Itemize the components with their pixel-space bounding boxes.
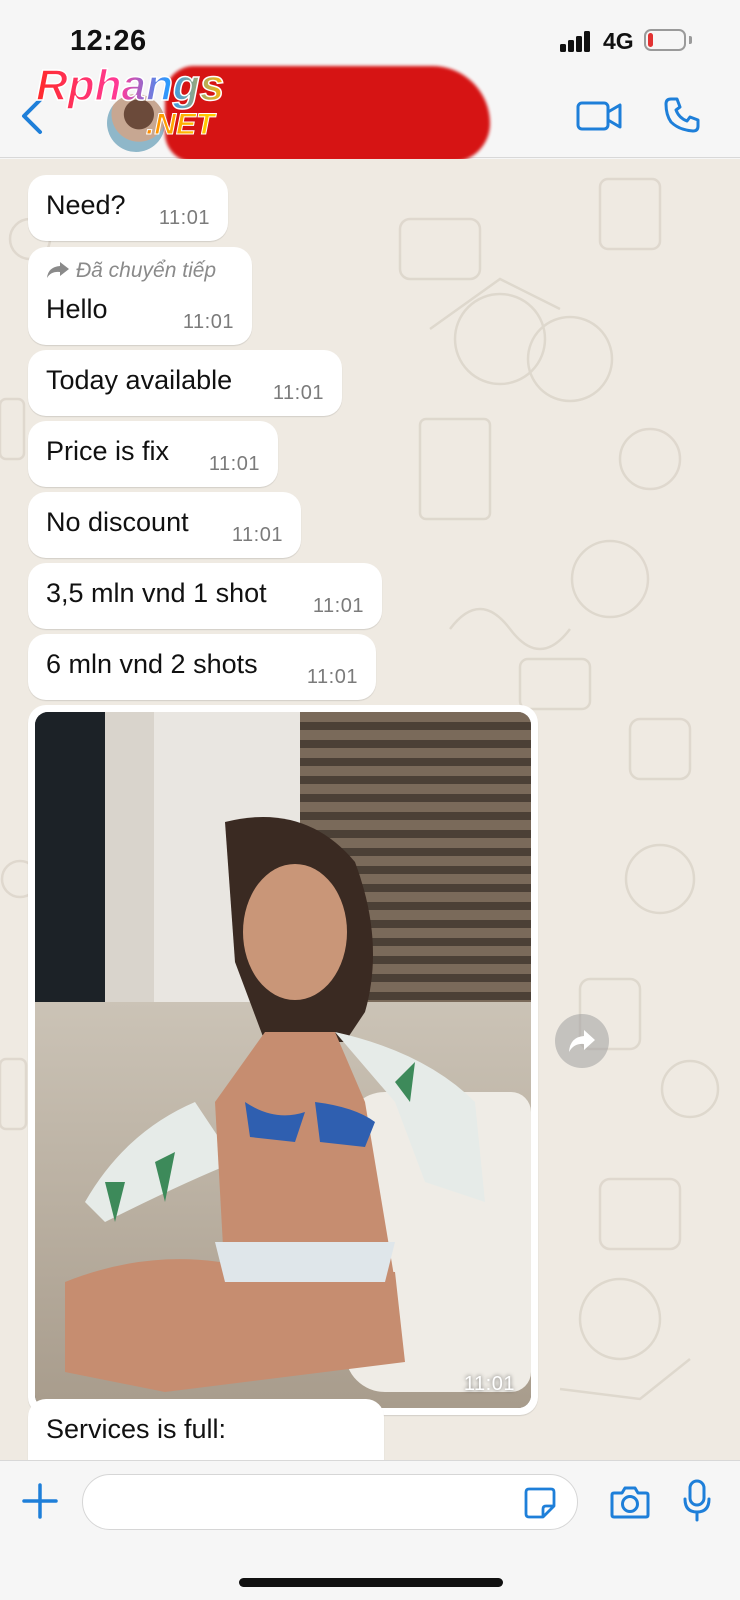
message-text: Today available: [46, 365, 233, 395]
battery-level: [648, 33, 653, 47]
forwarded-label: Đã chuyển tiếp: [46, 259, 216, 283]
message-time: 11:01: [312, 595, 364, 617]
forwarded-label-text: Đã chuyển tiếp: [76, 259, 217, 282]
message-bubble[interactable]: 6 mln vnd 2 shots 11:01: [28, 634, 376, 700]
message-bubble-forwarded[interactable]: Đã chuyển tiếp Hello 11:01: [28, 247, 252, 345]
battery-icon: [644, 29, 686, 51]
message-input[interactable]: [82, 1474, 578, 1530]
photo-image[interactable]: 11:01: [35, 712, 531, 1408]
photo-message-bubble[interactable]: 11:01: [28, 705, 538, 1415]
video-camera-icon: [576, 101, 622, 131]
sticker-icon: [524, 1487, 556, 1519]
phone-icon: [664, 97, 700, 133]
message-time: 11:01: [208, 453, 260, 475]
forward-arrow-icon: [569, 1030, 595, 1052]
voice-message-button[interactable]: [682, 1479, 712, 1523]
photo-person-figure: [65, 817, 485, 1392]
sticker-button[interactable]: [523, 1486, 557, 1520]
home-indicator: [239, 1578, 503, 1587]
camera-button[interactable]: [610, 1484, 650, 1520]
camera-icon: [610, 1486, 650, 1519]
forward-arrow-icon: [47, 262, 69, 278]
chat-header: Rphangs .NET: [0, 60, 740, 162]
attach-button[interactable]: [20, 1481, 60, 1521]
message-text: No discount: [46, 507, 189, 537]
message-time: 11:01: [272, 382, 324, 404]
message-text: 6 mln vnd 2 shots: [46, 649, 258, 679]
message-time: 11:01: [158, 207, 210, 229]
message-bubble-partial[interactable]: Services is full:: [28, 1399, 384, 1460]
watermark-logo: Rphangs .NET: [36, 62, 225, 142]
message-bubble[interactable]: No discount 11:01: [28, 492, 301, 558]
voice-call-button[interactable]: [663, 96, 701, 134]
photo-time: 11:01: [463, 1373, 515, 1395]
chat-area[interactable]: Need? 11:01 Đã chuyển tiếp Hello 11:01 T…: [0, 159, 740, 1460]
status-bar: 12:26 4G: [0, 0, 740, 60]
message-bubble[interactable]: Need? 11:01: [28, 175, 228, 241]
message-text: Price is fix: [46, 436, 170, 466]
message-bubble[interactable]: 3,5 mln vnd 1 shot 11:01: [28, 563, 382, 629]
message-text: Services is full:: [46, 1414, 227, 1444]
message-text: Hello: [46, 294, 108, 324]
plus-icon: [22, 1483, 58, 1519]
status-time: 12:26: [70, 25, 147, 57]
video-call-button[interactable]: [576, 100, 622, 132]
message-bubble[interactable]: Today available 11:01: [28, 350, 342, 416]
message-text: Need?: [46, 190, 126, 220]
network-type: 4G: [603, 28, 634, 54]
watermark-line1: Rphangs: [36, 62, 224, 110]
message-bubble[interactable]: Price is fix 11:01: [28, 421, 278, 487]
signal-strength-icon: [560, 30, 596, 52]
message-text: 3,5 mln vnd 1 shot: [46, 578, 267, 608]
microphone-icon: [683, 1479, 711, 1522]
battery-tip: [689, 36, 692, 44]
message-time: 11:01: [182, 311, 234, 333]
message-input-bar: [0, 1460, 740, 1600]
forward-photo-button[interactable]: [555, 1014, 609, 1068]
message-time: 11:01: [306, 666, 358, 688]
watermark-line2: .NET: [146, 108, 217, 141]
message-time: 11:01: [231, 524, 283, 546]
